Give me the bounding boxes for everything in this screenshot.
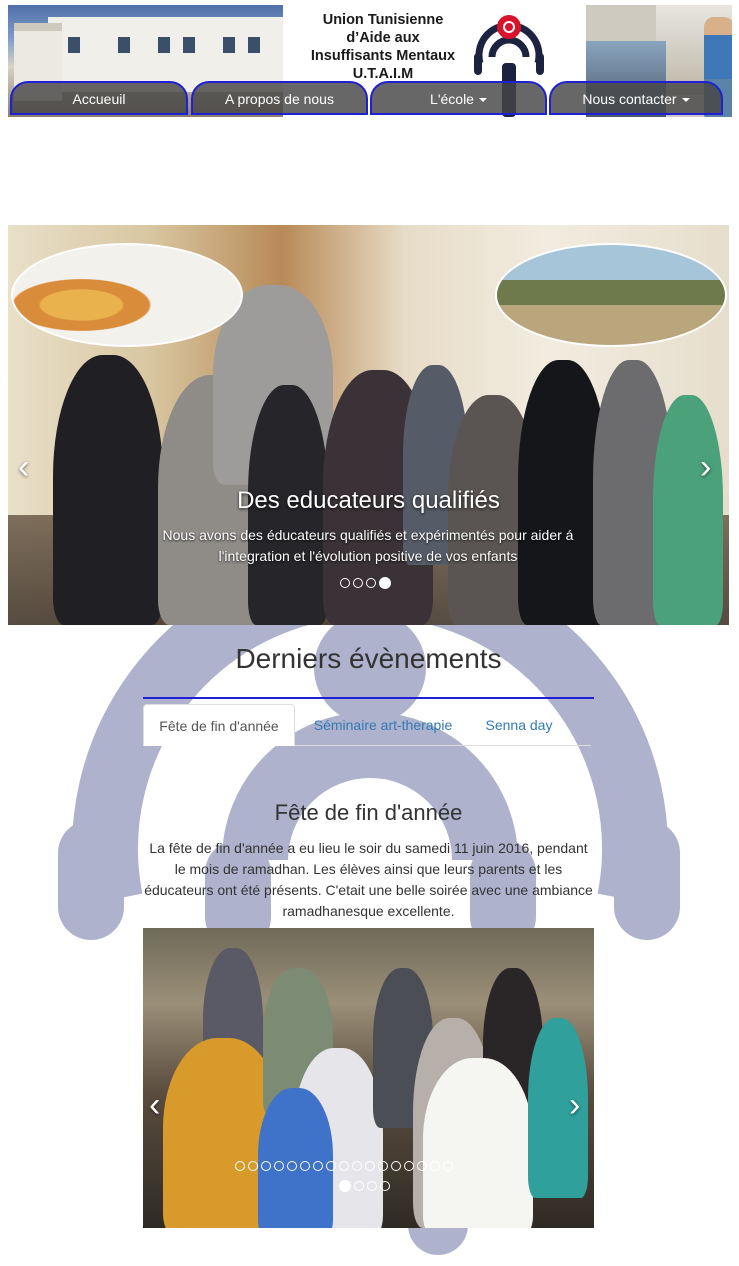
event-prev-arrow-icon[interactable]: ‹ (149, 1088, 160, 1122)
event-photo-indicators (235, 1161, 453, 1171)
hero-indicator-1[interactable] (340, 578, 350, 588)
event-photo-indicator[interactable] (287, 1161, 297, 1171)
hero-carousel-indicators (340, 577, 391, 589)
event-photo-indicator[interactable] (430, 1161, 440, 1171)
event-group-indicator[interactable] (354, 1181, 364, 1191)
hero-inset-photo-left (11, 243, 243, 347)
event-photo-indicator[interactable] (248, 1161, 258, 1171)
hero-indicator-3[interactable] (366, 578, 376, 588)
hero-next-arrow-icon[interactable]: › (700, 450, 711, 484)
hero-prev-arrow-icon[interactable]: ‹ (18, 450, 29, 484)
event-next-arrow-icon[interactable]: › (569, 1088, 580, 1122)
event-photo-indicator[interactable] (443, 1161, 453, 1171)
event-photo-indicator[interactable] (391, 1161, 401, 1171)
event-photo-indicator[interactable] (326, 1161, 336, 1171)
nav-nous-contacter-label: Nous contacter (582, 91, 677, 107)
events-divider (143, 697, 594, 699)
event-photo-indicator[interactable] (378, 1161, 388, 1171)
event-photo-indicator[interactable] (261, 1161, 271, 1171)
event-photo-indicator[interactable] (404, 1161, 414, 1171)
tab-fete-de-fin-d-annee[interactable]: Fête de fin d'année (143, 704, 295, 746)
event-group-indicator[interactable] (367, 1181, 377, 1191)
organization-name: Union Tunisienne d’Aide aux Insuffisants… (310, 12, 456, 82)
nav-accueil[interactable]: Accueuil (10, 81, 188, 115)
event-description: La fête de fin d'année a eu lieu le soir… (144, 840, 593, 919)
event-photo-indicator[interactable] (417, 1161, 427, 1171)
nav-ecole[interactable]: L'école (370, 81, 547, 115)
event-photo-indicator[interactable] (339, 1161, 349, 1171)
event-photo-indicator[interactable] (352, 1161, 362, 1171)
tab-seminaire-art-therapie[interactable]: Séminaire art-therapie (303, 704, 463, 746)
event-photo-indicator[interactable] (313, 1161, 323, 1171)
event-title: Fête de fin d'année (274, 800, 463, 825)
hero-caption-title: Des educateurs qualifiés (237, 487, 500, 514)
caret-down-icon (478, 98, 487, 103)
hero-indicator-4[interactable] (379, 577, 391, 589)
event-photo-carousel: ‹ › (143, 928, 594, 1228)
event-group-indicator[interactable] (339, 1180, 351, 1192)
nav-accueil-label: Accueuil (72, 91, 126, 107)
nav-a-propos[interactable]: A propos de nous (191, 81, 368, 115)
main-navigation: Accueuil A propos de nous L'école Nous c… (8, 81, 732, 115)
nav-a-propos-label: A propos de nous (225, 91, 334, 107)
nav-ecole-label: L'école (430, 91, 474, 107)
hero-inset-photo-right (495, 243, 727, 347)
tab-senna-day[interactable]: Senna day (471, 704, 567, 746)
hero-indicator-2[interactable] (353, 578, 363, 588)
hero-caption-text: Nous avons des éducateurs qualifiés et e… (162, 527, 574, 564)
event-photo-indicator[interactable] (365, 1161, 375, 1171)
event-photo-indicator[interactable] (300, 1161, 310, 1171)
event-photo-indicator[interactable] (235, 1161, 245, 1171)
event-group-indicators (339, 1180, 390, 1192)
hero-carousel: Des educateurs qualifiés Nous avons des … (8, 225, 729, 625)
events-tabs: Fête de fin d'année Séminaire art-therap… (143, 704, 591, 746)
event-photo-indicator[interactable] (274, 1161, 284, 1171)
nav-nous-contacter[interactable]: Nous contacter (549, 81, 723, 115)
events-heading: Derniers évènements (235, 643, 502, 674)
event-group-indicator[interactable] (380, 1181, 390, 1191)
site-header: Union Tunisienne d’Aide aux Insuffisants… (8, 5, 732, 117)
caret-down-icon (681, 98, 690, 103)
